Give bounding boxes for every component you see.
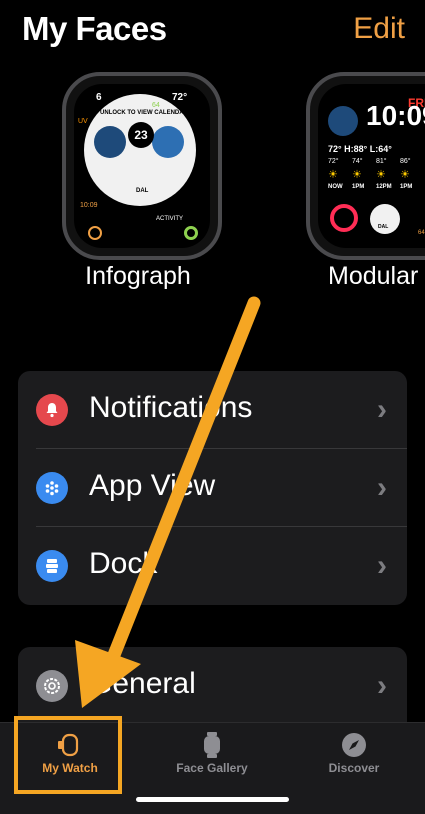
bottom-left-complication: 10:09 — [80, 202, 98, 209]
face-name: Modular — [328, 262, 419, 290]
side-left-complication: UV — [78, 118, 88, 125]
weather-summary: 72° H:88° L:64° — [328, 144, 392, 154]
compass-icon — [340, 731, 368, 759]
ring-text: UNLOCK TO VIEW CALENDAR — [100, 110, 188, 116]
chevron-right-icon: › — [377, 549, 387, 582]
row-label: General — [89, 667, 196, 700]
calendar-date: 23 — [128, 122, 154, 148]
faces-carousel[interactable]: 23 6 72° UV 64 UNLOCK TO VIEW CALENDAR D… — [0, 72, 425, 302]
forecast-time: NOW — [328, 184, 343, 190]
chevron-right-icon: › — [377, 669, 387, 702]
activity-rings-icon — [184, 226, 198, 240]
tab-discover[interactable]: Discover — [289, 731, 419, 775]
grid-dots-icon — [36, 472, 68, 504]
top-right-complication: 72° — [172, 92, 188, 103]
face-name: Infograph — [85, 262, 191, 290]
forecast-temp: 72° — [328, 158, 339, 165]
forecast-time: 12PM — [376, 184, 392, 190]
subdial-label: DAL — [378, 224, 389, 230]
activity-rings-icon — [330, 204, 358, 232]
timer-icon — [88, 226, 102, 240]
subdial-label: DAL — [136, 188, 149, 194]
sun-icon: ☀ — [352, 169, 362, 181]
watch-face-icon — [198, 731, 226, 759]
tab-face-gallery[interactable]: Face Gallery — [147, 731, 277, 775]
dock-icon — [36, 550, 68, 582]
annotation-highlight-box — [14, 716, 122, 794]
infograph-screen: 23 6 72° UV 64 UNLOCK TO VIEW CALENDAR D… — [74, 84, 210, 248]
settings-row-app-view[interactable]: App View › — [18, 449, 407, 527]
tab-label: Discover — [328, 761, 380, 775]
activity-complication: ACTIVITY — [156, 216, 184, 222]
row-label: App View — [89, 469, 216, 502]
settings-group: Notifications › App View › Dock › — [18, 371, 407, 605]
gear-icon — [36, 670, 68, 702]
sun-icon: ☀ — [376, 169, 386, 181]
chevron-right-icon: › — [377, 393, 387, 426]
settings-row-dock[interactable]: Dock › — [18, 527, 407, 605]
edit-button[interactable]: Edit — [353, 12, 405, 46]
forecast-temp: 81° — [376, 158, 387, 165]
world-clock-icon — [152, 126, 184, 158]
header: My Faces Edit — [0, 8, 425, 52]
modular-screen: FRI 23 10:09 72° H:88° L:64° 72° 74° 81°… — [318, 84, 425, 248]
side-top-complication: 64 — [152, 102, 160, 109]
forecast-temp: 86° — [400, 158, 411, 165]
earth-icon — [328, 106, 358, 136]
chevron-right-icon: › — [377, 471, 387, 504]
top-left-complication: 6 — [96, 92, 102, 103]
tab-label: Face Gallery — [176, 761, 248, 775]
home-indicator — [136, 797, 289, 802]
row-label: Notifications — [89, 391, 253, 424]
general-group: General › — [18, 647, 407, 725]
earth-icon — [94, 126, 126, 158]
row-label: Dock — [89, 547, 158, 580]
bottom-right-value: 64 — [418, 230, 425, 236]
settings-row-notifications[interactable]: Notifications › — [18, 371, 407, 449]
forecast-time: 1PM — [352, 184, 365, 190]
settings-row-general[interactable]: General › — [18, 647, 407, 725]
forecast-time: 1PM — [400, 184, 413, 190]
face-modular[interactable]: FRI 23 10:09 72° H:88° L:64° 72° 74° 81°… — [306, 72, 425, 260]
sun-icon: ☀ — [328, 169, 338, 181]
sun-icon: ☀ — [400, 169, 410, 181]
bell-icon — [36, 394, 68, 426]
page-title: My Faces — [22, 10, 167, 47]
face-infograph[interactable]: 23 6 72° UV 64 UNLOCK TO VIEW CALENDAR D… — [62, 72, 222, 260]
forecast-temp: 74° — [352, 158, 363, 165]
time-display: 10:09 — [366, 100, 425, 131]
